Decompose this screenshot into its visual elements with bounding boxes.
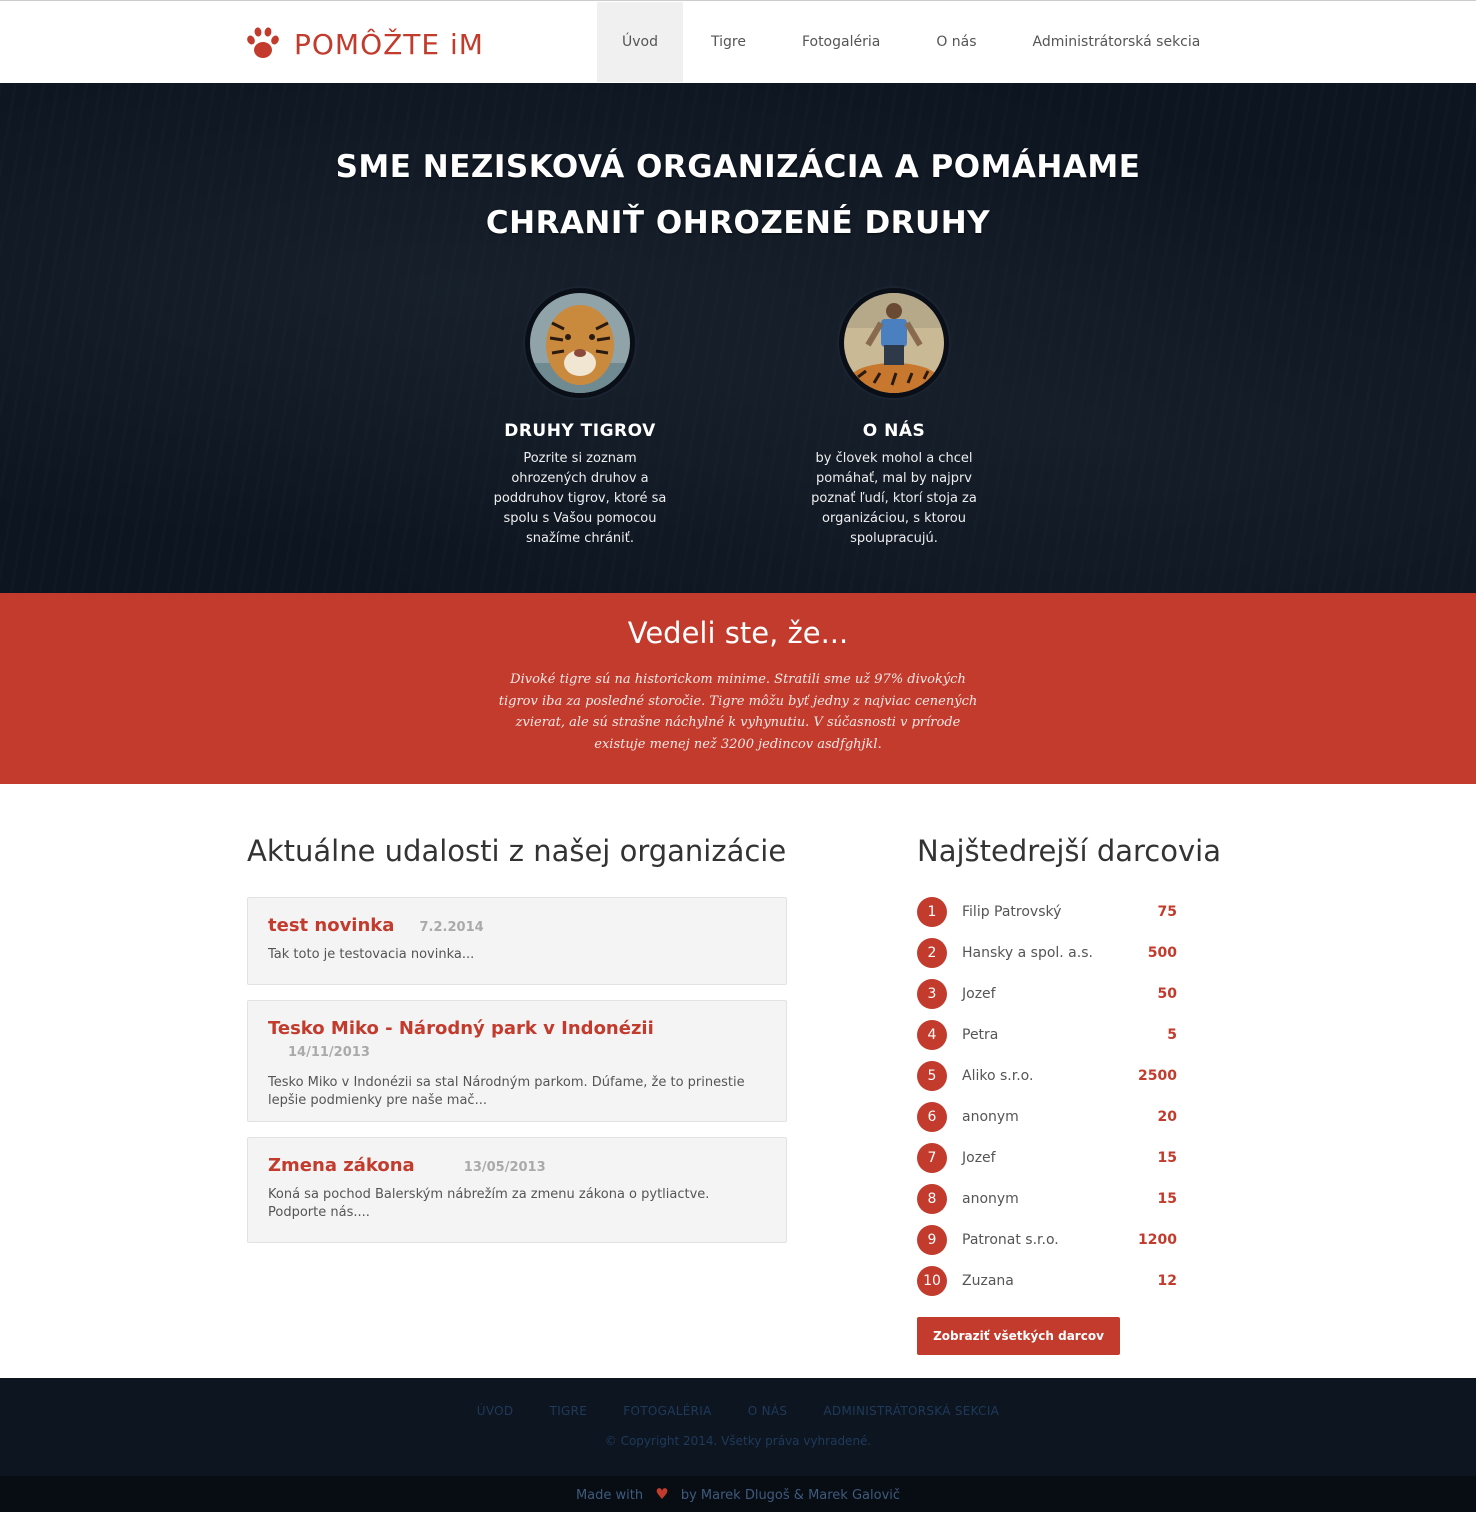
footer-link-admin[interactable]: ADMINISTRÁTORSKÁ SEKCIA bbox=[823, 1404, 999, 1418]
hero-section: SME NEZISKOVÁ ORGANIZÁCIA A POMÁHAME CHR… bbox=[0, 83, 1476, 593]
donor-name: Zuzana bbox=[962, 1273, 1014, 1289]
nav-item-uvod[interactable]: Úvod bbox=[597, 2, 683, 82]
credits-suffix: by Marek Dlugoš & Marek Galovič bbox=[680, 1488, 901, 1503]
heart-icon: ♥ bbox=[655, 1485, 669, 1503]
donor-rank: 8 bbox=[917, 1184, 947, 1214]
donor-row: 8 anonym 15 bbox=[917, 1184, 1177, 1214]
donor-rank: 9 bbox=[917, 1225, 947, 1255]
donor-row: 4 Petra 5 bbox=[917, 1020, 1177, 1050]
nav-item-o-nas[interactable]: O nás bbox=[908, 2, 1004, 82]
donor-name: Jozef bbox=[962, 1150, 996, 1166]
donor-row: 2 Hansky a spol. a.s. 500 bbox=[917, 938, 1177, 968]
logo-text: POMÔŽTE iM bbox=[294, 27, 484, 61]
nav-item-tigre[interactable]: Tigre bbox=[683, 2, 774, 82]
donor-amount: 15 bbox=[1157, 1191, 1177, 1207]
credits-bar: Made with ♥ by Marek Dlugoš & Marek Galo… bbox=[0, 1476, 1476, 1512]
footer-nav: ÚVOD TIGRE FOTOGALÉRIA O NÁS ADMINISTRÁT… bbox=[0, 1404, 1476, 1418]
donor-name: Petra bbox=[962, 1027, 999, 1043]
news-title[interactable]: Zmena zákona bbox=[268, 1155, 415, 1176]
footer-link-tigre[interactable]: TIGRE bbox=[550, 1404, 588, 1418]
paw-icon bbox=[247, 27, 279, 58]
donor-name: Aliko s.r.o. bbox=[962, 1068, 1034, 1084]
news-text: Tak toto je testovacia novinka... bbox=[268, 947, 475, 962]
donor-name: Filip Patrovský bbox=[962, 904, 1062, 920]
donor-row: 5 Aliko s.r.o. 2500 bbox=[917, 1061, 1177, 1091]
donor-rank: 4 bbox=[917, 1020, 947, 1050]
news-item[interactable]: test novinka 7.2.2014 Tak toto je testov… bbox=[247, 897, 787, 985]
person-with-tiger-photo-icon[interactable] bbox=[839, 288, 949, 398]
feature-text: Pozrite si zoznam ohrozených druhov a po… bbox=[493, 451, 667, 546]
donor-amount: 5 bbox=[1167, 1027, 1177, 1043]
fact-title: Vedeli ste, že... bbox=[627, 616, 849, 650]
feature-o-nas[interactable]: O NÁS by človek mohol a chcel pomáhať, m… bbox=[784, 288, 1004, 549]
donor-rank: 2 bbox=[917, 938, 947, 968]
donor-row: 9 Patronat s.r.o. 1200 bbox=[917, 1225, 1177, 1255]
hero-title-line1: SME NEZISKOVÁ ORGANIZÁCIA A POMÁHAME bbox=[335, 149, 1141, 185]
footer-link-uvod[interactable]: ÚVOD bbox=[477, 1404, 514, 1418]
news-text: Tesko Miko v Indonézii sa stal Národným … bbox=[268, 1075, 745, 1108]
donor-name: Jozef bbox=[962, 986, 996, 1002]
feature-druhy-tigrov[interactable]: DRUHY TIGROV Pozrite si zoznam ohrozenýc… bbox=[470, 288, 690, 549]
main-nav: Úvod Tigre Fotogaléria O nás Administrát… bbox=[597, 2, 1228, 82]
footer-link-o-nas[interactable]: O NÁS bbox=[748, 1404, 788, 1418]
news-item[interactable]: Tesko Miko - Národný park v Indonézii 14… bbox=[247, 1000, 787, 1122]
donor-amount: 2500 bbox=[1138, 1068, 1177, 1084]
donor-row: 6 anonym 20 bbox=[917, 1102, 1177, 1132]
news-heading: Aktuálne udalosti z našej organizácie bbox=[247, 834, 787, 868]
site-header: POMÔŽTE iM Úvod Tigre Fotogaléria O nás … bbox=[0, 0, 1476, 83]
feature-title: O NÁS bbox=[862, 421, 926, 441]
donor-rank: 3 bbox=[917, 979, 947, 1009]
news-date: 13/05/2013 bbox=[463, 1160, 546, 1175]
feature-text: by človek mohol a chcel pomáhať, mal by … bbox=[811, 451, 977, 546]
donor-amount: 500 bbox=[1147, 945, 1177, 961]
nav-item-fotogaleria[interactable]: Fotogaléria bbox=[774, 2, 908, 82]
news-item[interactable]: Zmena zákona 13/05/2013 Koná sa pochod B… bbox=[247, 1137, 787, 1243]
fact-text: Divoké tigre sú na historickom minime. S… bbox=[498, 672, 978, 752]
donor-name: Hansky a spol. a.s. bbox=[962, 945, 1093, 961]
donors-heading: Najštedrejší darcovia bbox=[917, 834, 1221, 868]
news-date: 14/11/2013 bbox=[288, 1045, 370, 1060]
footer-link-fotogaleria[interactable]: FOTOGALÉRIA bbox=[623, 1404, 711, 1418]
donor-amount: 20 bbox=[1157, 1109, 1177, 1125]
donor-rank: 7 bbox=[917, 1143, 947, 1173]
site-logo[interactable]: POMÔŽTE iM bbox=[246, 25, 484, 63]
news-date: 7.2.2014 bbox=[419, 920, 484, 935]
donor-rank: 1 bbox=[917, 897, 947, 927]
donor-row: 7 Jozef 15 bbox=[917, 1143, 1177, 1173]
feature-title: DRUHY TIGROV bbox=[504, 421, 656, 441]
tiger-photo-icon[interactable] bbox=[525, 288, 635, 398]
donor-amount: 15 bbox=[1157, 1150, 1177, 1166]
nav-item-admin[interactable]: Administrátorská sekcia bbox=[1005, 2, 1229, 82]
donor-rank: 10 bbox=[917, 1266, 947, 1296]
donor-amount: 75 bbox=[1157, 904, 1177, 920]
donor-name: Patronat s.r.o. bbox=[962, 1232, 1059, 1248]
site-footer: ÚVOD TIGRE FOTOGALÉRIA O NÁS ADMINISTRÁT… bbox=[0, 1378, 1476, 1476]
news-text: Koná sa pochod Balerským nábrežím za zme… bbox=[268, 1187, 710, 1220]
donor-row: 3 Jozef 50 bbox=[917, 979, 1177, 1009]
hero-title: SME NEZISKOVÁ ORGANIZÁCIA A POMÁHAME CHR… bbox=[0, 139, 1476, 251]
credits-prefix: Made with bbox=[575, 1488, 644, 1503]
news-title[interactable]: Tesko Miko - Národný park v Indonézii bbox=[268, 1018, 654, 1039]
news-title[interactable]: test novinka bbox=[268, 915, 394, 936]
show-all-donors-button[interactable]: Zobraziť všetkých darcov bbox=[917, 1317, 1120, 1355]
donor-rank: 6 bbox=[917, 1102, 947, 1132]
donor-amount: 50 bbox=[1157, 986, 1177, 1002]
fact-section: Vedeli ste, že... Divoké tigre sú na his… bbox=[0, 593, 1476, 784]
donor-amount: 1200 bbox=[1138, 1232, 1177, 1248]
donor-name: anonym bbox=[962, 1191, 1019, 1207]
hero-title-line2: CHRANIŤ OHROZENÉ DRUHY bbox=[485, 205, 991, 241]
donor-rank: 5 bbox=[917, 1061, 947, 1091]
donor-name: anonym bbox=[962, 1109, 1019, 1125]
donor-row: 10 Zuzana 12 bbox=[917, 1266, 1177, 1296]
copyright: © Copyright 2014. Všetky práva vyhradené… bbox=[604, 1434, 872, 1448]
donor-amount: 12 bbox=[1157, 1273, 1177, 1289]
donor-row: 1 Filip Patrovský 75 bbox=[917, 897, 1177, 927]
